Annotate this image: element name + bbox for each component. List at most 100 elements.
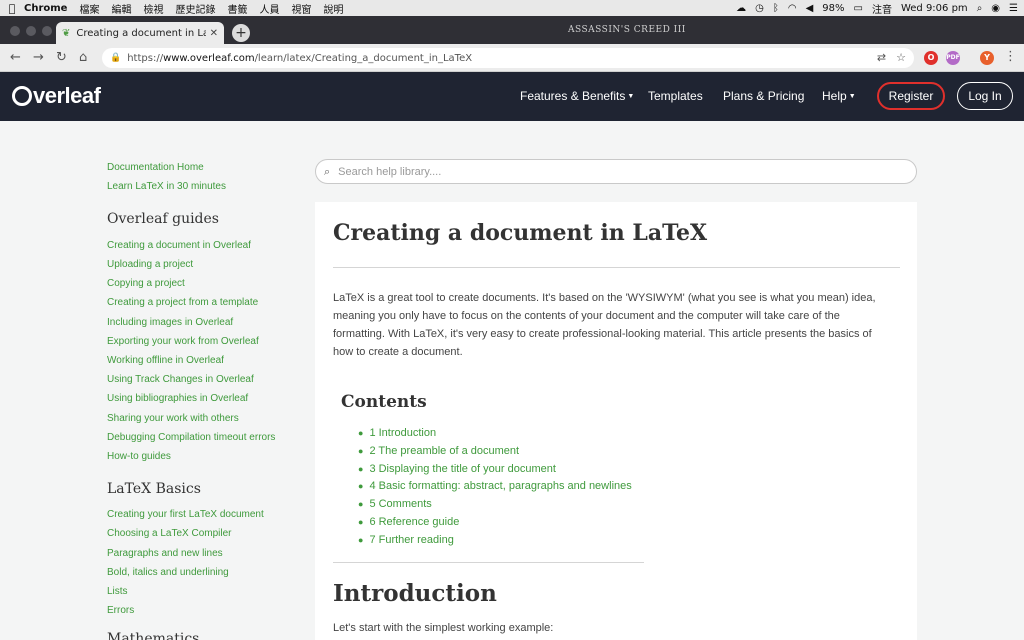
browser-menu-icon[interactable]: ⋮: [1004, 48, 1017, 66]
sidebar-link[interactable]: Lists: [107, 586, 128, 597]
profile-avatar[interactable]: Y: [980, 51, 994, 65]
nav-templates[interactable]: Templates: [648, 89, 703, 103]
address-bar-actions: ⇄ ☆: [877, 51, 906, 64]
toc-link[interactable]: 1 Introduction: [369, 427, 436, 439]
caret-down-icon: ▼: [627, 93, 635, 100]
title-divider: [333, 267, 900, 268]
help-search-input[interactable]: [338, 165, 899, 178]
sidebar-link[interactable]: Including images in Overleaf: [107, 317, 233, 328]
toc-item: ● 5 Comments: [358, 498, 432, 511]
bookmark-star-icon[interactable]: ☆: [896, 51, 906, 64]
menu-file[interactable]: 檔案: [79, 1, 99, 16]
latex-logo: LaTeX: [333, 292, 365, 304]
cloud-icon[interactable]: ☁: [736, 3, 746, 14]
menu-people[interactable]: 人員: [259, 1, 279, 16]
sidebar-link[interactable]: Using bibliographies in Overleaf: [107, 393, 248, 404]
contents-heading: Contents: [341, 392, 427, 412]
volume-icon[interactable]: ◀: [806, 3, 814, 14]
table-of-contents: ● 1 Introduction ● 2 The preamble of a doc…: [358, 425, 632, 550]
sidebar-link-documentation-home[interactable]: Documentation Home: [107, 162, 204, 173]
battery-percent[interactable]: 98%: [822, 3, 844, 14]
wifi-icon[interactable]: ◠: [788, 3, 797, 14]
pdf-extension-icon[interactable]: PDF: [946, 51, 960, 65]
nav-features-dropdown[interactable]: Features & Benefits ▼: [520, 89, 634, 103]
toc-item: ● 4 Basic formatting: abstract, paragraph…: [358, 480, 632, 493]
menubar-status-area: ☁ ◷ ᛒ ◠ ◀ 98% ▭ 注音 Wed 9:06 pm ⌕ ◉ ☰: [736, 0, 1018, 16]
back-arrow-icon[interactable]: ←: [10, 49, 21, 67]
toc-item: ● 7 Further reading: [358, 533, 454, 546]
battery-icon[interactable]: ▭: [854, 3, 863, 14]
sidebar-link[interactable]: Bold, italics and underlining: [107, 567, 229, 578]
login-button[interactable]: Log In: [957, 82, 1013, 110]
toc-link[interactable]: 2 The preamble of a document: [369, 445, 519, 457]
window-minimize-button[interactable]: [26, 26, 36, 36]
lock-icon[interactable]: 🔒: [110, 53, 121, 63]
siri-icon[interactable]: ◉: [991, 3, 1000, 14]
menu-history[interactable]: 歷史記錄: [175, 1, 215, 16]
toc-link[interactable]: 3 Displaying the title of your document: [369, 463, 556, 475]
overleaf-logo[interactable]: verleaf: [12, 83, 101, 109]
menu-view[interactable]: 檢視: [143, 1, 163, 16]
ime-indicator[interactable]: 注音: [872, 1, 892, 16]
opera-extension-icon[interactable]: O: [924, 51, 938, 65]
article-card: Creating a document in LaTeX LaTeX is a …: [315, 202, 917, 640]
window-zoom-button[interactable]: [42, 26, 52, 36]
nav-help-dropdown[interactable]: Help ▼: [822, 89, 856, 103]
forward-arrow-icon[interactable]: →: [33, 49, 44, 67]
sidebar-link[interactable]: Paragraphs and new lines: [107, 548, 223, 559]
logo-text: verleaf: [33, 83, 101, 108]
caret-down-icon: ▼: [848, 93, 856, 100]
menu-app-name[interactable]: Chrome: [24, 3, 67, 14]
site-navbar: verleaf Features & Benefits ▼ Templates P…: [0, 72, 1024, 121]
sidebar-link[interactable]: Errors: [107, 605, 134, 616]
sidebar-link[interactable]: Working offline in Overleaf: [107, 355, 224, 366]
window-close-button[interactable]: [10, 26, 20, 36]
tab-title: Creating a document in LaTeX: [76, 27, 205, 39]
sidebar-link[interactable]: How-to guides: [107, 451, 171, 462]
sidebar-link[interactable]: Uploading a project: [107, 259, 193, 270]
toc-link[interactable]: 6 Reference guide: [369, 516, 459, 528]
time-machine-icon[interactable]: ◷: [755, 3, 764, 14]
toc-link[interactable]: 7 Further reading: [369, 534, 453, 546]
active-tab[interactable]: ❦ Creating a document in LaTeX ✕: [56, 22, 224, 44]
overleaf-favicon-icon: ❦: [62, 27, 71, 39]
new-tab-button[interactable]: +: [232, 24, 250, 42]
menu-help[interactable]: 說明: [323, 1, 343, 16]
sidebar-link[interactable]: Creating a document in Overleaf: [107, 240, 251, 251]
menubar-clock[interactable]: Wed 9:06 pm: [901, 3, 968, 14]
notification-center-icon[interactable]: ☰: [1009, 3, 1018, 14]
sidebar-link[interactable]: Using Track Changes in Overleaf: [107, 374, 254, 385]
sidebar-link[interactable]: Exporting your work from Overleaf: [107, 336, 259, 347]
menu-edit[interactable]: 編輯: [111, 1, 131, 16]
reload-icon[interactable]: ↻: [56, 49, 67, 67]
browser-tab-strip: ❦ Creating a document in LaTeX ✕ + ASSAS…: [0, 16, 1024, 44]
sidebar-link[interactable]: Copying a project: [107, 278, 185, 289]
toc-item: ● 6 Reference guide: [358, 515, 460, 528]
toc-link[interactable]: 4 Basic formatting: abstract, paragraphs…: [369, 480, 631, 492]
section-heading-introduction: Introduction: [333, 580, 497, 607]
sidebar-link[interactable]: Creating your first LaTeX document: [107, 509, 264, 520]
translate-icon[interactable]: ⇄: [877, 51, 886, 64]
section-paragraph: Let's start with the simplest working ex…: [333, 622, 554, 634]
bluetooth-icon[interactable]: ᛒ: [773, 3, 779, 14]
apple-icon[interactable]: : [0, 2, 24, 15]
sidebar-heading-guides: Overleaf guides: [107, 211, 219, 227]
sidebar-link[interactable]: Sharing your work with others: [107, 413, 239, 424]
menu-window[interactable]: 視窗: [291, 1, 311, 16]
nav-plans-pricing[interactable]: Plans & Pricing: [723, 89, 804, 103]
spotlight-search-icon[interactable]: ⌕: [977, 3, 983, 14]
contents-divider: [333, 562, 644, 563]
toc-link[interactable]: 5 Comments: [369, 498, 431, 510]
intro-paragraph: LaTeX is a great tool to create document…: [333, 292, 876, 358]
sidebar-link[interactable]: Choosing a LaTeX Compiler: [107, 528, 232, 539]
menu-bookmarks[interactable]: 書籤: [227, 1, 247, 16]
browser-theme-logo: ASSASSIN'S CREED III: [568, 25, 686, 35]
home-icon[interactable]: ⌂: [79, 49, 87, 67]
sidebar-link[interactable]: Creating a project from a template: [107, 297, 258, 308]
register-button[interactable]: Register: [877, 82, 945, 110]
sidebar-link-learn-latex[interactable]: Learn LaTeX in 30 minutes: [107, 181, 226, 192]
address-bar[interactable]: 🔒 https://www.overleaf.com/learn/latex/C…: [102, 48, 914, 68]
tab-close-icon[interactable]: ✕: [210, 28, 218, 39]
overleaf-logo-icon: [12, 86, 32, 106]
sidebar-link[interactable]: Debugging Compilation timeout errors: [107, 432, 275, 443]
